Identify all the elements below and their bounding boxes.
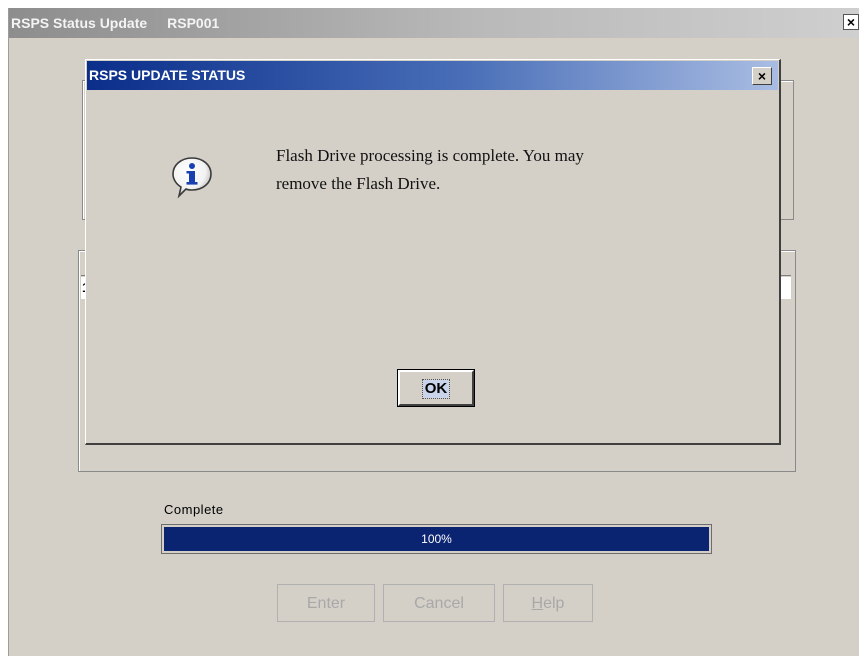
progress-fill: 100% [164, 527, 709, 551]
help-label: elp [543, 595, 565, 612]
progress-bar: 100% [161, 524, 712, 554]
progress-text: 100% [421, 532, 452, 546]
app-title: RSPS Status Update RSP001 [11, 8, 219, 38]
info-icon [172, 157, 212, 199]
dialog-message-line: remove the Flash Drive. [276, 174, 441, 193]
dialog-title: RSPS UPDATE STATUS [89, 67, 246, 83]
window-close-button[interactable]: × [843, 14, 859, 30]
help-mnemonic: H [531, 595, 544, 612]
progress-label: Complete [164, 502, 224, 517]
app-title-code: RSP001 [167, 15, 220, 31]
dialog-titlebar[interactable]: RSPS UPDATE STATUS × [87, 61, 778, 90]
help-button[interactable]: Help [503, 584, 593, 622]
app-title-text: RSPS Status Update [11, 15, 148, 31]
ok-button[interactable]: OK [397, 369, 475, 407]
enter-button[interactable]: Enter [277, 584, 375, 622]
dialog-message: Flash Drive processing is complete. You … [276, 142, 716, 198]
status-dialog: RSPS UPDATE STATUS × Flash Drive process… [85, 59, 781, 445]
app-titlebar[interactable]: RSPS Status Update RSP001 × [9, 8, 859, 38]
cancel-button[interactable]: Cancel [383, 584, 495, 622]
ok-label: OK [421, 379, 451, 399]
dialog-close-button[interactable]: × [752, 67, 772, 85]
dialog-message-line: Flash Drive processing is complete. You … [276, 146, 584, 165]
